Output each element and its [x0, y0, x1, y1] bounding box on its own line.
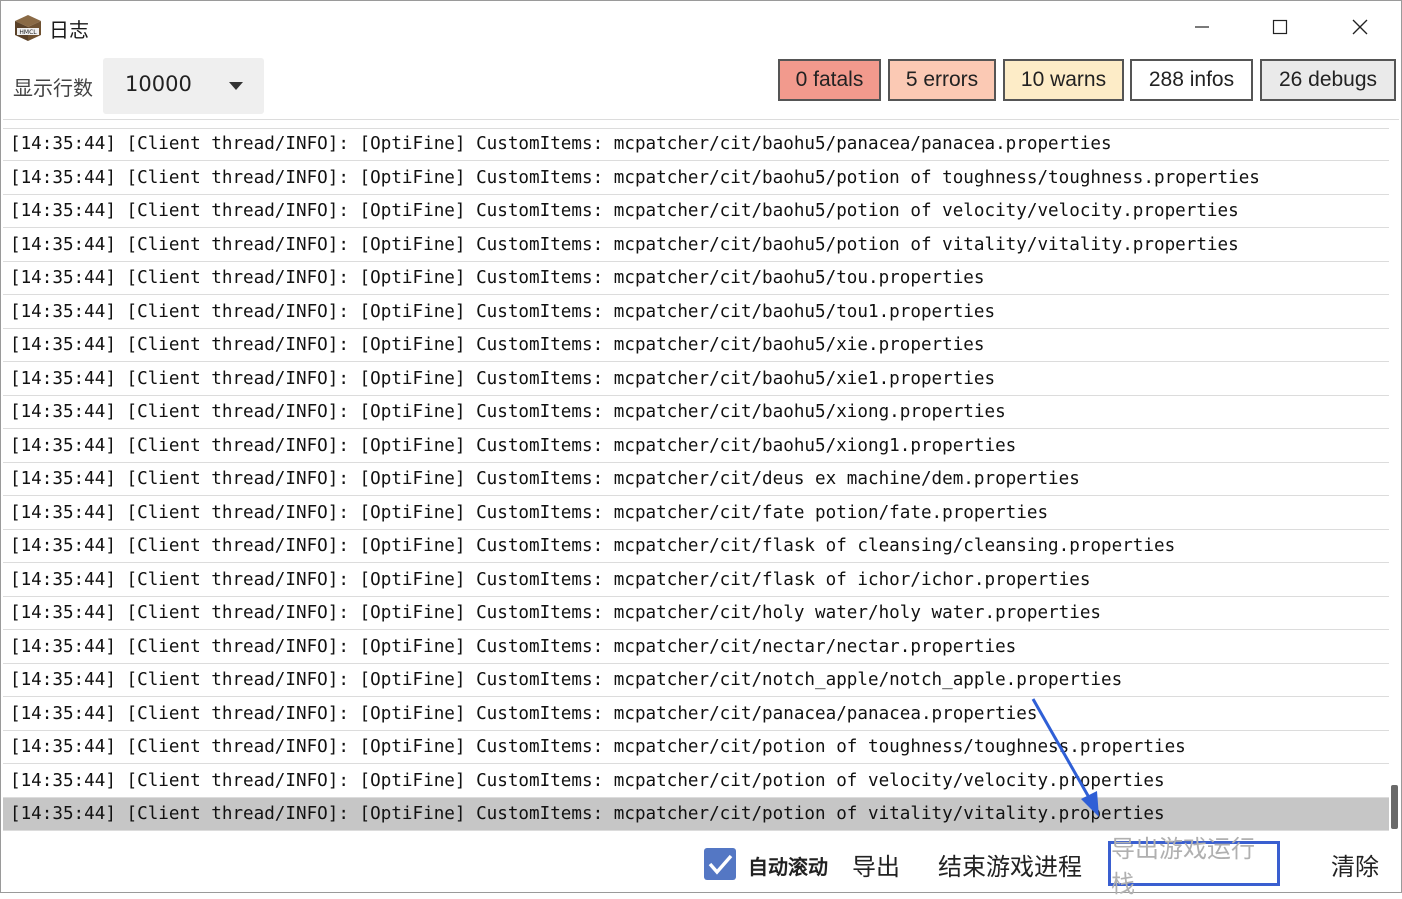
filter-infos-toggle[interactable]: 288 infos — [1130, 59, 1253, 101]
export-button[interactable]: 导出 — [852, 847, 900, 882]
log-row[interactable]: [14:35:44] [Client thread/INFO]: [OptiFi… — [3, 765, 1389, 798]
log-row[interactable]: [14:35:44] [Client thread/INFO]: [OptiFi… — [3, 430, 1389, 463]
dropdown-arrow-icon — [229, 82, 243, 90]
minimize-icon — [1195, 26, 1209, 28]
log-row[interactable]: [14:35:44] [Client thread/INFO]: [OptiFi… — [3, 229, 1389, 262]
log-row[interactable]: [14:35:44] [Client thread/INFO]: [OptiFi… — [3, 798, 1389, 831]
export-stack-button[interactable]: 导出游戏运行栈 — [1108, 835, 1280, 898]
scrollbar-thumb[interactable] — [1391, 785, 1398, 829]
log-row[interactable]: [14:35:44] [Client thread/INFO]: [OptiFi… — [3, 128, 1389, 161]
log-row[interactable]: [14:35:44] [Client thread/INFO]: [OptiFi… — [3, 296, 1389, 329]
log-row[interactable]: [14:35:44] [Client thread/INFO]: [OptiFi… — [3, 195, 1389, 228]
check-icon — [708, 854, 733, 875]
clear-button[interactable]: 清除 — [1331, 847, 1379, 882]
rows-label: 显示行数 — [13, 76, 93, 100]
title-bar: HMCL 日志 — [1, 1, 1401, 53]
maximize-button[interactable] — [1257, 9, 1303, 45]
log-row[interactable]: [14:35:44] [Client thread/INFO]: [OptiFi… — [3, 698, 1389, 731]
kill-process-button[interactable]: 结束游戏进程 — [938, 847, 1082, 882]
bottom-bar: 自动滚动 导出 结束游戏进程 导出游戏运行栈 清除 — [1, 833, 1401, 898]
log-row[interactable]: [14:35:44] [Client thread/INFO]: [OptiFi… — [3, 597, 1389, 630]
maximize-icon — [1272, 19, 1288, 35]
auto-scroll-checkbox[interactable] — [704, 848, 736, 880]
log-row[interactable]: [14:35:44] [Client thread/INFO]: [OptiFi… — [3, 731, 1389, 764]
rows-select[interactable]: 10000 — [103, 58, 264, 114]
log-list[interactable]: [14:35:44] [Client thread/INFO]: [OptiFi… — [3, 119, 1399, 832]
log-row[interactable]: [14:35:44] [Client thread/INFO]: [OptiFi… — [3, 262, 1389, 295]
log-row[interactable]: [14:35:44] [Client thread/INFO]: [OptiFi… — [3, 363, 1389, 396]
window-title: 日志 — [49, 18, 89, 42]
filter-fatals-toggle[interactable]: 0 fatals — [778, 59, 881, 101]
log-row[interactable]: [14:35:44] [Client thread/INFO]: [OptiFi… — [3, 664, 1389, 697]
hmcl-icon: HMCL — [15, 15, 41, 41]
log-row[interactable]: [14:35:44] [Client thread/INFO]: [OptiFi… — [3, 162, 1389, 195]
auto-scroll-label[interactable]: 自动滚动 — [748, 851, 828, 880]
log-window: HMCL 日志 显示行数 10000 0 fatals 5 errors 10 … — [0, 0, 1402, 898]
log-row[interactable]: [14:35:44] [Client thread/INFO]: [OptiFi… — [3, 564, 1389, 597]
rows-value: 10000 — [125, 72, 192, 96]
svg-text:HMCL: HMCL — [19, 29, 37, 36]
filter-errors-toggle[interactable]: 5 errors — [888, 59, 996, 101]
log-row[interactable]: [14:35:44] [Client thread/INFO]: [OptiFi… — [3, 631, 1389, 664]
close-button[interactable] — [1337, 9, 1383, 45]
log-row[interactable]: [14:35:44] [Client thread/INFO]: [OptiFi… — [3, 396, 1389, 429]
log-row[interactable]: [14:35:44] [Client thread/INFO]: [OptiFi… — [3, 530, 1389, 563]
log-row[interactable]: [14:35:44] [Client thread/INFO]: [OptiFi… — [3, 497, 1389, 530]
minimize-button[interactable] — [1179, 9, 1225, 45]
log-row[interactable]: [14:35:44] [Client thread/INFO]: [OptiFi… — [3, 329, 1389, 362]
close-icon — [1352, 19, 1368, 35]
filter-debugs-toggle[interactable]: 26 debugs — [1260, 59, 1396, 101]
log-row[interactable]: [14:35:44] [Client thread/INFO]: [OptiFi… — [3, 463, 1389, 496]
filter-warns-toggle[interactable]: 10 warns — [1003, 59, 1124, 101]
